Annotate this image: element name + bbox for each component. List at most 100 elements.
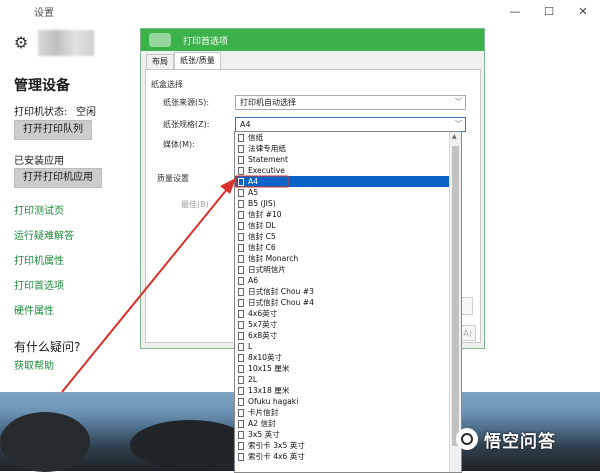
paper-size-option-label: 8x10英寸	[248, 353, 283, 362]
paper-size-options: 信纸 法律专用纸 Statement Executive A4 A5 B5 (JIS) 信封 …	[235, 132, 449, 462]
document-icon	[238, 144, 244, 153]
dropdown-scrollbar[interactable]: ▲	[449, 132, 461, 472]
paper-size-option[interactable]: Executive	[235, 165, 449, 176]
paper-size-option[interactable]: 卡片信封	[235, 407, 449, 418]
paper-size-option-label: 信封 #10	[248, 210, 282, 219]
paper-size-value: A4	[240, 120, 251, 129]
paper-size-option[interactable]: 信纸	[235, 132, 449, 143]
paper-size-option[interactable]: 法律专用纸	[235, 143, 449, 154]
paper-size-option[interactable]: Statement	[235, 154, 449, 165]
open-queue-button[interactable]: 打开打印队列	[14, 120, 92, 140]
paper-size-option-label: 3x5 英寸	[248, 430, 280, 439]
link-printer-properties[interactable]: 打印机属性	[14, 252, 64, 267]
paper-size-option[interactable]: 信封 C6	[235, 242, 449, 253]
scrollbar-thumb[interactable]	[452, 146, 459, 446]
paper-size-option[interactable]: 10x15 厘米	[235, 363, 449, 374]
document-icon	[238, 430, 244, 439]
paper-size-option[interactable]: A4	[235, 176, 449, 187]
paper-size-option-label: 2L	[248, 375, 258, 384]
paper-size-option-label: 信封 C6	[248, 243, 276, 252]
media-label: 媒体(M):	[163, 140, 195, 149]
paper-size-option[interactable]: A6	[235, 275, 449, 286]
best-quality-radio[interactable]: 最佳(B)	[181, 199, 209, 210]
dialog-titlebar[interactable]: 打印首选项	[141, 29, 484, 51]
document-icon	[238, 177, 244, 186]
paper-size-option[interactable]: L	[235, 341, 449, 352]
document-icon	[238, 408, 244, 417]
link-print-test-page[interactable]: 打印测试页	[14, 202, 64, 217]
document-icon	[238, 298, 244, 307]
maximize-button[interactable]: ☐	[532, 0, 566, 22]
dialog-title: 打印首选项	[183, 37, 229, 47]
window-controls: — ☐ ✕	[498, 0, 600, 22]
paper-size-option[interactable]: 13x18 厘米	[235, 385, 449, 396]
quality-section-label: 质量设置	[157, 174, 189, 183]
document-icon	[238, 265, 244, 274]
minimize-button[interactable]: —	[498, 0, 532, 22]
link-hardware-properties[interactable]: 硬件属性	[14, 302, 54, 317]
paper-size-option[interactable]: 4x6英寸	[235, 308, 449, 319]
window-title: 设置	[34, 8, 54, 19]
document-icon	[238, 441, 244, 450]
paper-size-option[interactable]: Ofuku hagaki	[235, 396, 449, 407]
paper-size-option[interactable]: 5x7英寸	[235, 319, 449, 330]
paper-size-option[interactable]: 信封 DL	[235, 220, 449, 231]
paper-size-option-label: 10x15 厘米	[248, 364, 290, 373]
paper-size-option-label: 13x18 厘米	[248, 386, 290, 395]
paper-size-option-label: 6x8英寸	[248, 331, 278, 340]
paper-size-option[interactable]: 信封 #10	[235, 209, 449, 220]
document-icon	[238, 254, 244, 263]
link-print-preferences[interactable]: 打印首选项	[14, 277, 64, 292]
tab-paper-quality[interactable]: 纸张/质量	[174, 52, 221, 69]
paper-size-option-label: Statement	[248, 155, 288, 164]
paper-size-option[interactable]: 2L	[235, 374, 449, 385]
paper-size-option[interactable]: 日式信封 Chou #4	[235, 297, 449, 308]
paper-size-option-label: 卡片信封	[248, 408, 279, 417]
document-icon	[238, 386, 244, 395]
paper-size-option-label: A6	[248, 276, 259, 285]
document-icon	[238, 309, 244, 318]
open-printer-app-button[interactable]: 打开打印机应用	[14, 168, 102, 188]
paper-size-option[interactable]: A2 信封	[235, 418, 449, 429]
document-icon	[238, 397, 244, 406]
paper-size-option-label: 信封 Monarch	[248, 254, 299, 263]
paper-size-option[interactable]: 日式明信片	[235, 264, 449, 275]
paper-size-option[interactable]: 6x8英寸	[235, 330, 449, 341]
document-icon	[238, 276, 244, 285]
paper-size-option[interactable]: 3x5 英寸	[235, 429, 449, 440]
paper-size-dropdown[interactable]: 信纸 法律专用纸 Statement Executive A4 A5 B5 (JIS) 信封 …	[234, 131, 462, 473]
paper-size-option-label: 5x7英寸	[248, 320, 278, 329]
get-help-link[interactable]: 获取帮助	[14, 357, 54, 372]
paper-size-option-label: A2 信封	[248, 419, 276, 428]
document-icon	[238, 133, 244, 142]
paper-size-option[interactable]: B5 (JIS)	[235, 198, 449, 209]
paper-size-option-label: 日式信封 Chou #4	[248, 298, 314, 307]
paper-size-option[interactable]: 索引卡 3x5 英寸	[235, 440, 449, 451]
document-icon	[238, 287, 244, 296]
document-icon	[238, 232, 244, 241]
document-icon	[238, 375, 244, 384]
document-icon	[238, 166, 244, 175]
close-button[interactable]: ✕	[566, 0, 600, 22]
document-icon	[238, 364, 244, 373]
scroll-up-icon[interactable]: ▲	[452, 133, 457, 140]
document-icon	[238, 331, 244, 340]
watermark-text: 悟空问答	[484, 431, 556, 452]
document-icon	[238, 199, 244, 208]
paper-size-option[interactable]: 信封 Monarch	[235, 253, 449, 264]
document-icon	[238, 155, 244, 164]
paper-size-label: 纸张规格(Z):	[163, 120, 210, 129]
paper-size-option[interactable]: 索引卡 4x6 英寸	[235, 451, 449, 462]
paper-size-select[interactable]: A4 ﹀	[235, 117, 466, 132]
paper-size-option-label: 索引卡 4x6 英寸	[248, 452, 305, 461]
paper-size-option[interactable]: 信封 C5	[235, 231, 449, 242]
watermark: 悟空问答	[456, 426, 556, 452]
gear-icon[interactable]: ⚙	[12, 34, 30, 52]
paper-size-option-label: 日式明信片	[248, 265, 286, 274]
paper-size-option[interactable]: 日式信封 Chou #3	[235, 286, 449, 297]
paper-size-option[interactable]: A5	[235, 187, 449, 198]
tab-layout[interactable]: 布局	[146, 54, 174, 69]
paper-size-option[interactable]: 8x10英寸	[235, 352, 449, 363]
link-troubleshoot[interactable]: 运行疑难解答	[14, 227, 74, 242]
paper-source-select[interactable]: 打印机自动选择 ﹀	[235, 95, 466, 110]
